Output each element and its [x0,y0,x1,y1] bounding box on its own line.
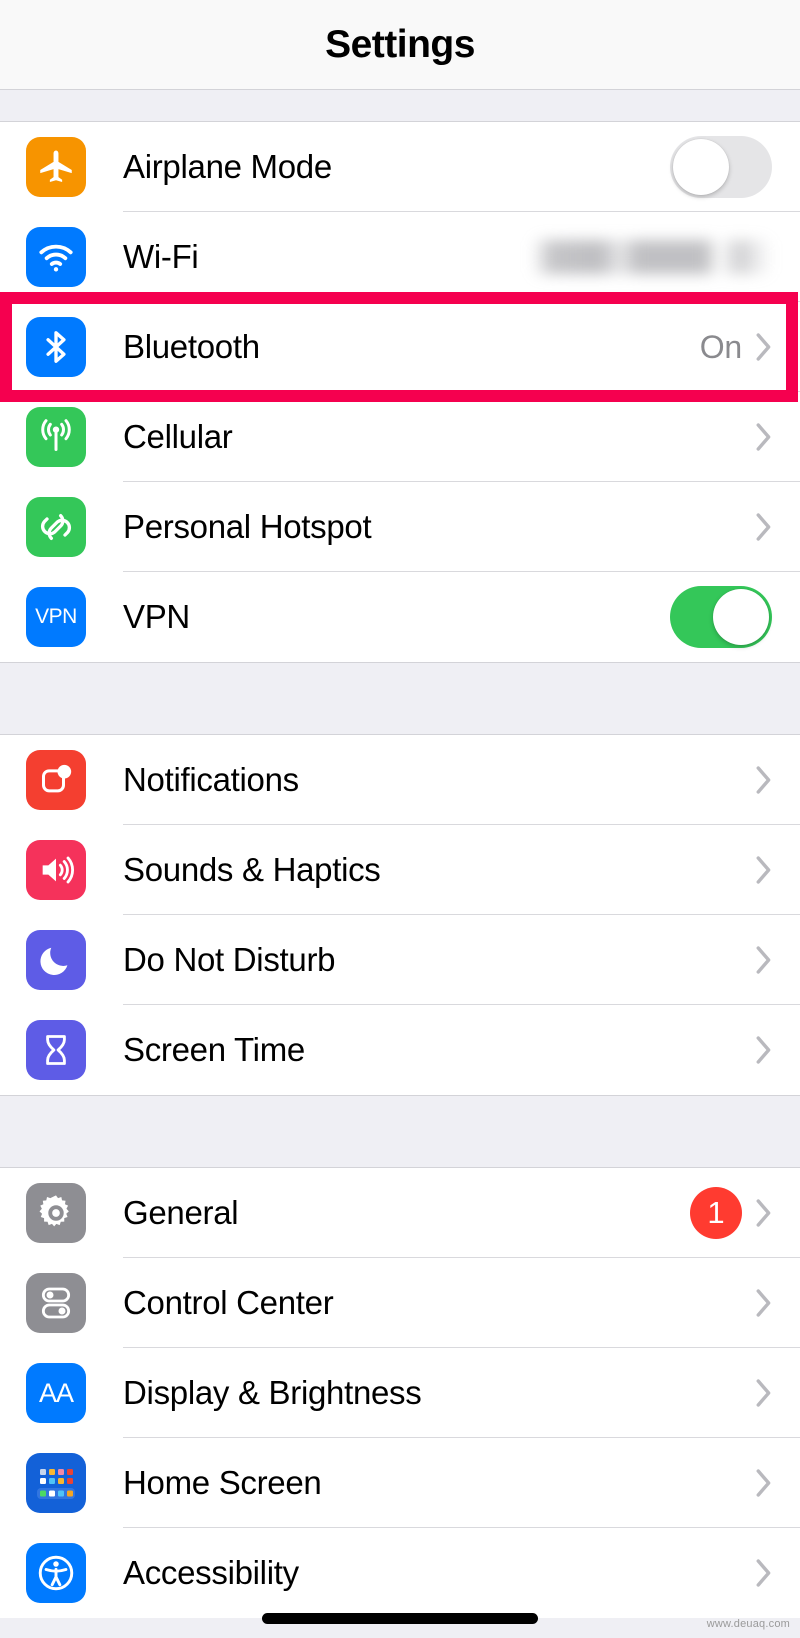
home-screen-grid-icon [26,1453,86,1513]
row-accessory [756,1289,772,1317]
wifi-network-value-redacted [532,240,772,274]
settings-row-cellular[interactable]: Cellular [0,392,800,482]
row-accessory [756,1036,772,1064]
row-accessory [756,423,772,451]
chevron-right-icon [756,1036,772,1064]
settings-row-vpn[interactable]: VPN VPN [0,572,800,662]
cellular-antenna-icon [26,407,86,467]
row-accessory [670,136,772,198]
settings-row-label: Notifications [123,761,756,799]
airplane-mode-toggle[interactable] [670,136,772,198]
settings-row-label: General [123,1194,690,1232]
row-accessory: 1 [690,1187,772,1239]
row-accessory: On [700,329,772,366]
navigation-bar: Settings [0,0,800,90]
settings-row-accessibility[interactable]: Accessibility [0,1528,800,1618]
group-spacer-2 [0,1096,800,1167]
notifications-icon [26,750,86,810]
settings-group-notifications: Notifications Sounds & Haptic [0,734,800,1096]
settings-row-personal-hotspot[interactable]: Personal Hotspot [0,482,800,572]
chevron-right-icon [756,1559,772,1587]
vpn-icon: VPN [26,587,86,647]
row-accessory [532,240,772,274]
wifi-icon [26,227,86,287]
settings-row-do-not-disturb[interactable]: Do Not Disturb [0,915,800,1005]
chevron-right-icon [756,513,772,541]
hotspot-link-icon [26,497,86,557]
settings-row-label: Bluetooth [123,328,700,366]
status-badge: 1 [690,1187,742,1239]
hourglass-icon [26,1020,86,1080]
settings-group-system: General 1 Control Center [0,1167,800,1618]
settings-row-sounds-haptics[interactable]: Sounds & Haptics [0,825,800,915]
row-accessory [756,1469,772,1497]
settings-row-label: Accessibility [123,1554,756,1592]
settings-row-label: Personal Hotspot [123,508,756,546]
settings-row-airplane-mode[interactable]: Airplane Mode [0,122,800,212]
settings-row-label: Screen Time [123,1031,756,1069]
chevron-right-icon [756,333,772,361]
settings-row-notifications[interactable]: Notifications [0,735,800,825]
settings-row-label: VPN [123,598,670,636]
settings-row-control-center[interactable]: Control Center [0,1258,800,1348]
settings-row-label: Sounds & Haptics [123,851,756,889]
settings-row-label: Home Screen [123,1464,756,1502]
row-accessory [670,586,772,648]
settings-row-wifi[interactable]: Wi-Fi [0,212,800,302]
settings-row-display-brightness[interactable]: AA Display & Brightness [0,1348,800,1438]
chevron-right-icon [756,1289,772,1317]
toggle-knob [673,139,729,195]
vpn-toggle[interactable] [670,586,772,648]
airplane-icon [26,137,86,197]
bluetooth-row-wrapper: Bluetooth On [0,302,800,392]
settings-row-label: Airplane Mode [123,148,670,186]
row-accessory [756,1559,772,1587]
toggle-knob [713,589,769,645]
watermark: www.deuaq.com [707,1618,790,1630]
settings-screen: Settings Airplane Mode [0,0,800,1638]
settings-row-label: Do Not Disturb [123,941,756,979]
settings-row-home-screen[interactable]: Home Screen [0,1438,800,1528]
moon-icon [26,930,86,990]
chevron-right-icon [756,946,772,974]
row-accessory [756,856,772,884]
accessibility-icon [26,1543,86,1603]
speaker-icon [26,840,86,900]
chevron-right-icon [756,766,772,794]
settings-row-label: Wi-Fi [123,238,532,276]
chevron-right-icon [756,1199,772,1227]
row-accessory [756,513,772,541]
row-accessory [756,766,772,794]
chevron-right-icon [756,1379,772,1407]
row-accessory [756,1379,772,1407]
control-center-icon [26,1273,86,1333]
settings-row-bluetooth[interactable]: Bluetooth On [0,302,800,392]
bluetooth-icon [26,317,86,377]
settings-group-connectivity: Airplane Mode Wi-Fi [0,121,800,663]
settings-row-screen-time[interactable]: Screen Time [0,1005,800,1095]
settings-row-general[interactable]: General 1 [0,1168,800,1258]
bluetooth-status-value: On [700,329,742,366]
page-title: Settings [325,23,475,67]
display-brightness-icon: AA [26,1363,86,1423]
chevron-right-icon [756,856,772,884]
chevron-right-icon [756,423,772,451]
chevron-right-icon [756,1469,772,1497]
home-indicator[interactable] [262,1613,538,1624]
gear-icon [26,1183,86,1243]
settings-row-label: Display & Brightness [123,1374,756,1412]
settings-row-label: Cellular [123,418,756,456]
settings-row-label: Control Center [123,1284,756,1322]
row-accessory [756,946,772,974]
group-spacer-1 [0,663,800,734]
group-spacer-top [0,90,800,121]
